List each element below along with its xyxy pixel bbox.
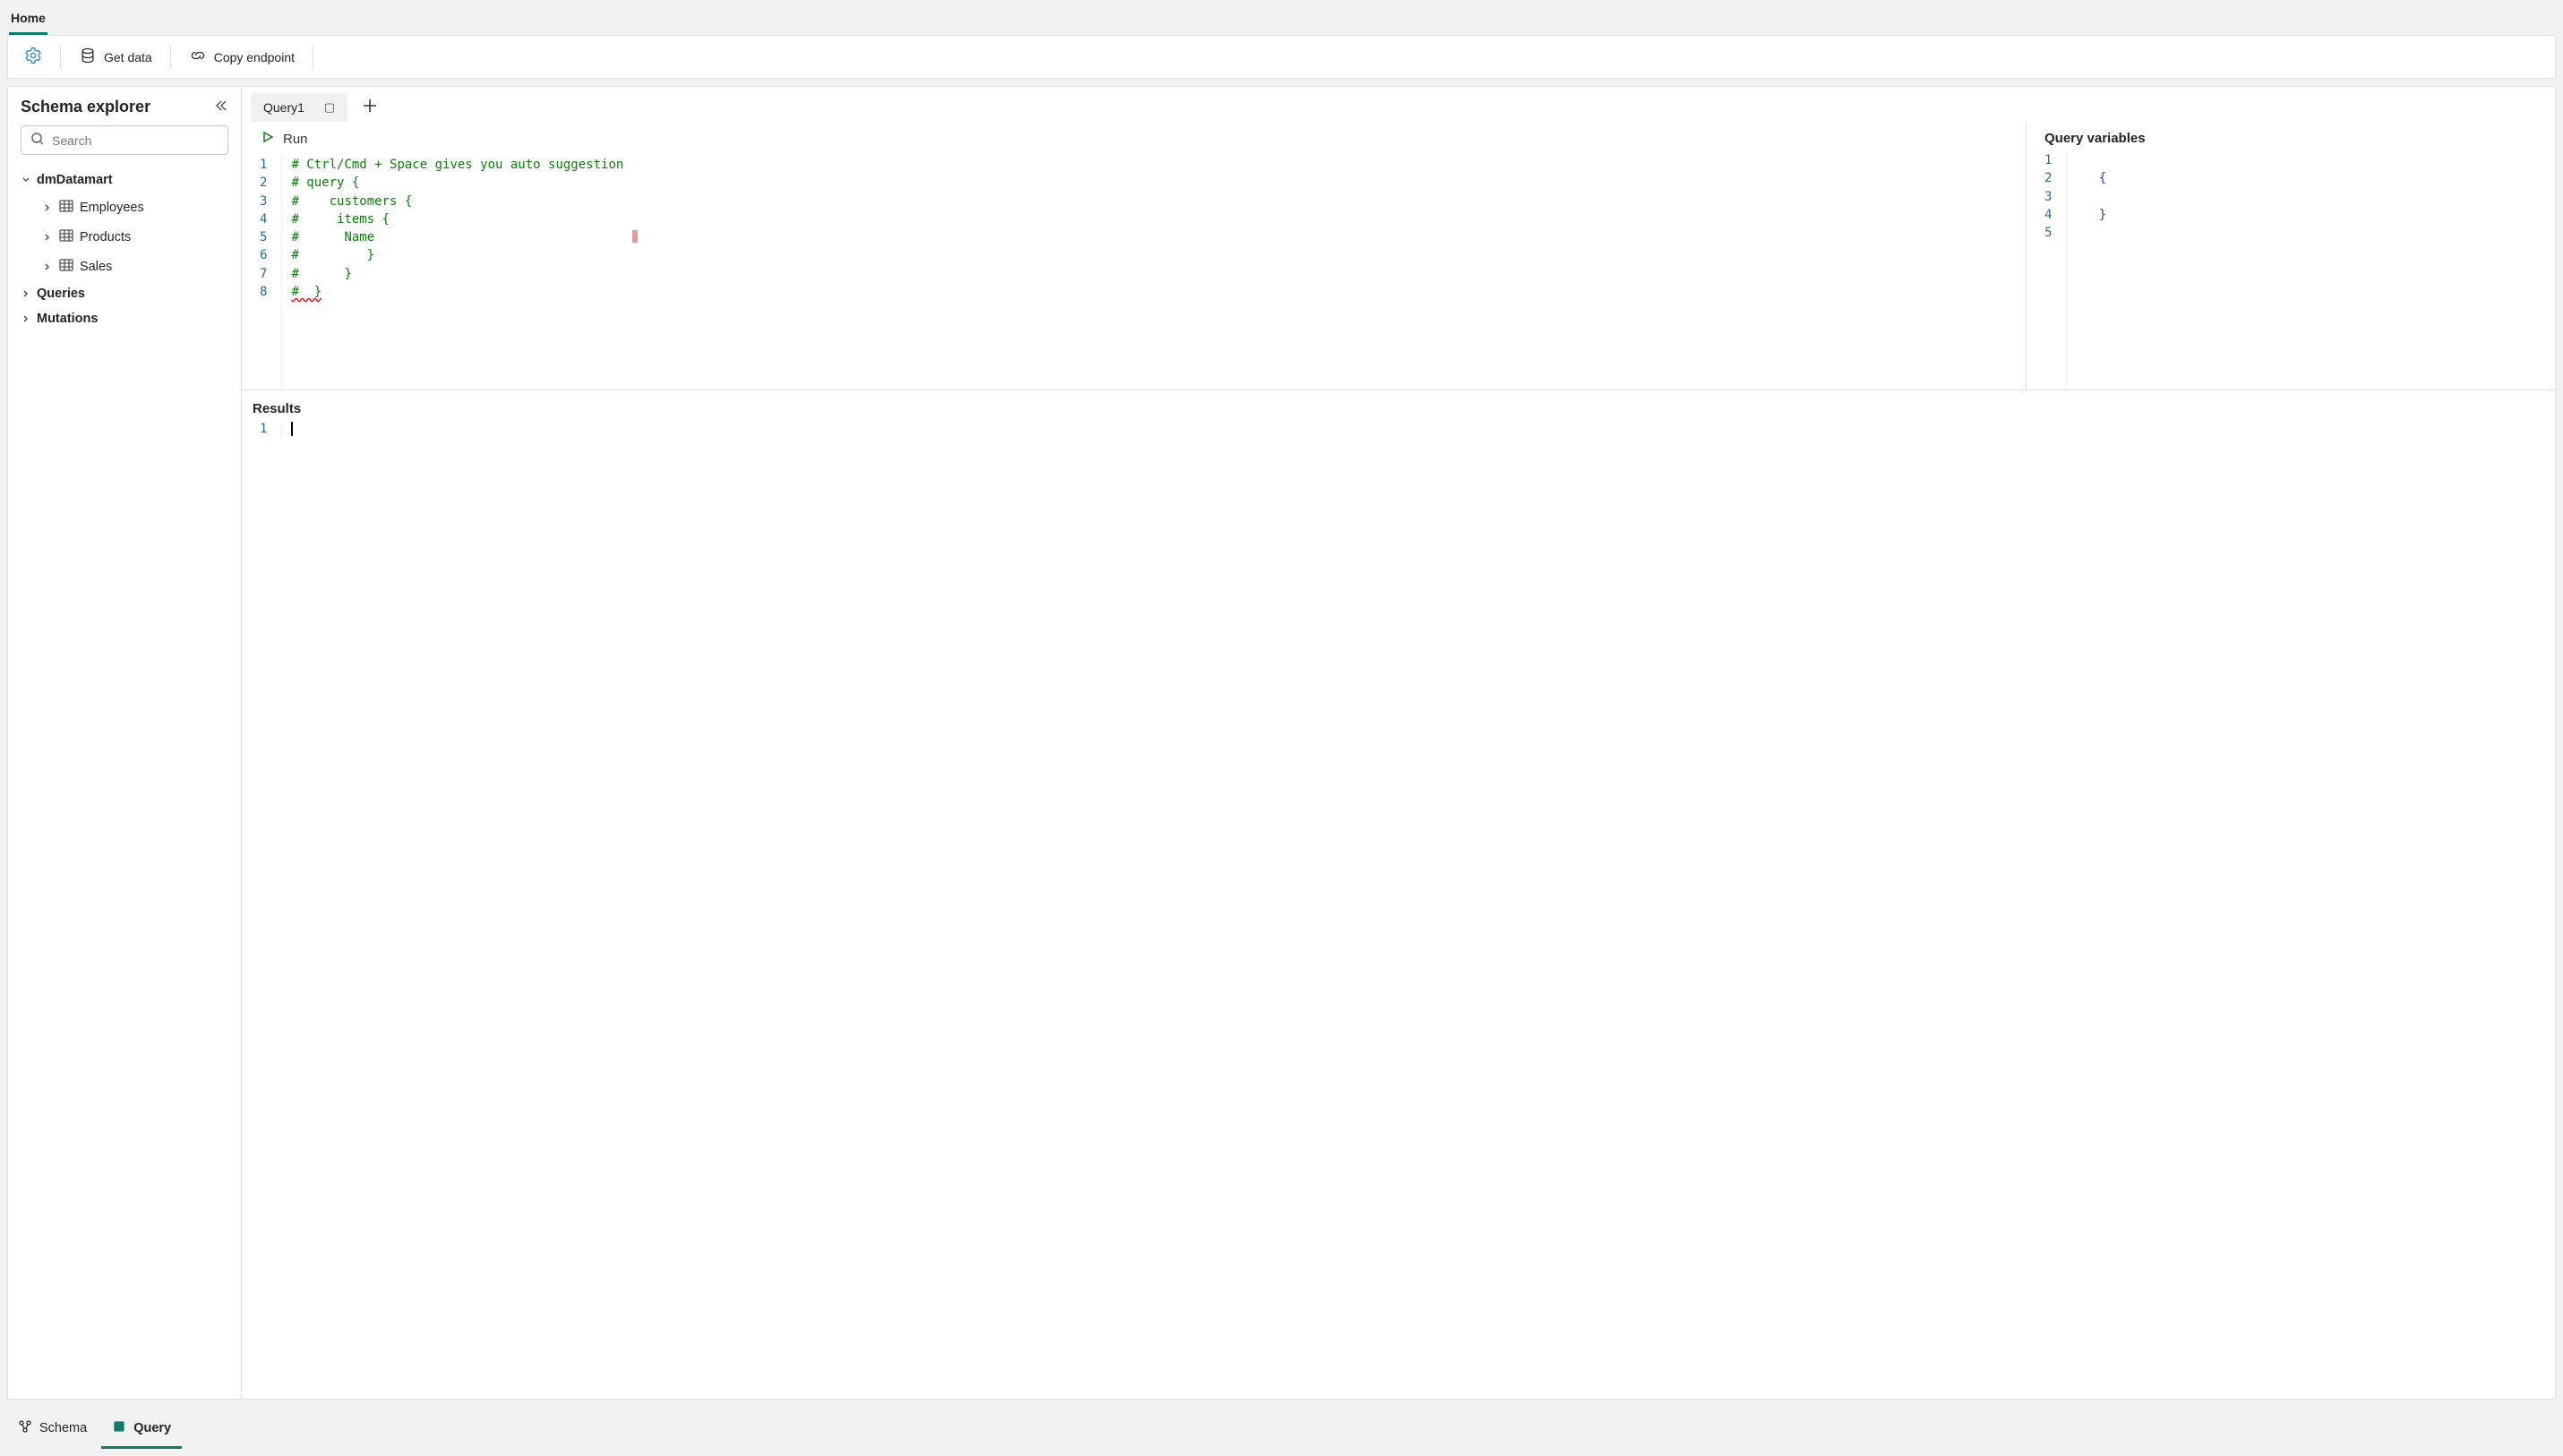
tree-node-label: Mutations xyxy=(37,312,98,326)
run-label: Run xyxy=(283,132,308,147)
get-data-label: Get data xyxy=(104,50,152,64)
get-data-button[interactable]: Get data xyxy=(70,41,161,73)
chevron-down-icon xyxy=(21,176,31,184)
schema-explorer-panel: Schema explorer xyxy=(7,86,242,1400)
chevron-right-icon xyxy=(42,262,53,271)
query-code[interactable]: # Ctrl/Cmd + Space gives you auto sugges… xyxy=(282,156,632,390)
schema-explorer-title: Schema explorer xyxy=(21,98,150,116)
table-icon xyxy=(58,227,74,246)
copy-endpoint-button[interactable]: Copy endpoint xyxy=(180,41,304,73)
view-tab-query[interactable]: Query xyxy=(101,1414,182,1449)
run-button[interactable]: Run xyxy=(261,131,308,147)
query-gutter: 1 2 3 4 5 6 7 8 xyxy=(251,156,282,390)
results-pane: Results 1 xyxy=(242,390,2555,1399)
editor-area: Query1 ▢ xyxy=(242,86,2556,1400)
tree-node-table[interactable]: Sales xyxy=(8,252,241,281)
settings-button[interactable] xyxy=(15,41,51,73)
toolbar-separator xyxy=(60,45,61,70)
results-editor[interactable]: 1 xyxy=(242,422,2555,440)
bottom-view-tabs: Schema Query xyxy=(0,1407,2563,1456)
view-tab-schema[interactable]: Schema xyxy=(7,1414,98,1449)
gear-icon xyxy=(24,47,42,67)
chevron-right-icon xyxy=(42,203,53,212)
tree-node-mutations[interactable]: Mutations xyxy=(8,306,241,331)
copy-endpoint-label: Copy endpoint xyxy=(214,50,295,64)
schema-search-input[interactable] xyxy=(21,125,228,155)
tree-node-datamart[interactable]: dmDatamart xyxy=(8,167,241,193)
variables-pane: Query variables 1 2 3 4 5 { } xyxy=(2027,122,2555,390)
schema-icon xyxy=(18,1419,32,1437)
schema-tree: dmDatamart Employees xyxy=(8,164,241,335)
toolbar-separator xyxy=(170,45,171,70)
tree-node-label: Queries xyxy=(37,287,85,301)
chevron-right-icon xyxy=(21,314,31,323)
editor-cursor xyxy=(291,422,293,436)
link-icon xyxy=(189,47,207,67)
toolbar: Get data Copy endpoint xyxy=(7,35,2556,79)
query-editor[interactable]: 1 2 3 4 5 6 7 8 # Ctrl/Cmd + Space gives… xyxy=(242,156,2026,390)
results-gutter: 1 xyxy=(251,422,282,440)
tree-node-label: Employees xyxy=(80,201,144,215)
tree-node-label: Products xyxy=(80,230,131,244)
editor-tab-row: Query1 ▢ xyxy=(242,87,2555,122)
close-tab-icon[interactable]: ▢ xyxy=(324,100,335,115)
plus-icon xyxy=(362,102,378,116)
add-tab-button[interactable] xyxy=(353,92,387,122)
tab-query1[interactable]: Query1 ▢ xyxy=(251,93,347,122)
schema-search-field[interactable] xyxy=(52,133,219,148)
tab-home-label: Home xyxy=(11,11,46,25)
search-icon xyxy=(30,132,45,149)
tree-node-table[interactable]: Products xyxy=(8,222,241,252)
workspace: Schema explorer xyxy=(7,86,2556,1400)
variables-title: Query variables xyxy=(2027,122,2555,151)
variables-editor[interactable]: 1 2 3 4 5 { } xyxy=(2027,151,2555,390)
view-tab-schema-label: Schema xyxy=(39,1421,87,1435)
chevron-right-icon xyxy=(42,233,53,242)
tree-node-table[interactable]: Employees xyxy=(8,193,241,222)
tree-node-label: dmDatamart xyxy=(37,173,113,187)
query-editor-pane: Run 1 2 3 4 5 6 7 8 xyxy=(242,122,2027,390)
variables-code[interactable]: { } xyxy=(2067,151,2115,390)
chevron-right-icon xyxy=(21,289,31,298)
collapse-sidebar-icon[interactable] xyxy=(214,98,228,116)
editor-dirty-marker xyxy=(632,230,638,243)
tree-node-queries[interactable]: Queries xyxy=(8,281,241,306)
play-icon xyxy=(261,131,274,147)
ribbon-tab-strip: Home xyxy=(0,0,2563,35)
tab-query1-label: Query1 xyxy=(263,100,304,115)
results-title: Results xyxy=(242,390,2555,422)
variables-gutter: 1 2 3 4 5 xyxy=(2036,151,2067,390)
table-icon xyxy=(58,198,74,217)
data-icon xyxy=(79,47,97,67)
tree-node-label: Sales xyxy=(80,260,112,274)
tab-home[interactable]: Home xyxy=(9,7,47,35)
query-icon xyxy=(112,1419,126,1437)
view-tab-query-label: Query xyxy=(133,1421,171,1435)
table-icon xyxy=(58,257,74,276)
